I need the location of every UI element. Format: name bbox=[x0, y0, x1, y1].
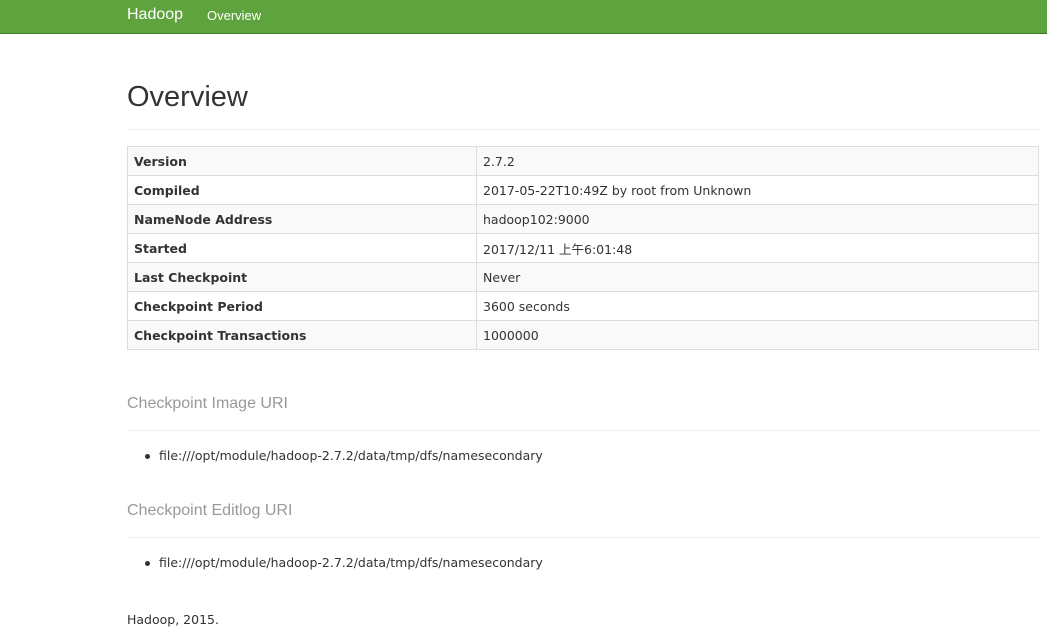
section-divider bbox=[127, 537, 1039, 538]
table-row: Version 2.7.2 bbox=[127, 146, 1039, 176]
checkpoint-editlog-list: file:///opt/module/hadoop-2.7.2/data/tmp… bbox=[145, 555, 543, 571]
brand-logo[interactable]: Hadoop bbox=[127, 6, 183, 24]
row-value: 2017/12/11 上午6:01:48 bbox=[476, 233, 1039, 263]
top-navbar: Hadoop Overview bbox=[0, 0, 1047, 34]
row-label: Last Checkpoint bbox=[127, 262, 477, 292]
table-row: NameNode Address hadoop102:9000 bbox=[127, 204, 1039, 234]
row-value: 2017-05-22T10:49Z by root from Unknown bbox=[476, 175, 1039, 205]
row-label: Version bbox=[127, 146, 477, 176]
row-label: Checkpoint Transactions bbox=[127, 320, 477, 350]
page-title: Overview bbox=[127, 81, 248, 113]
list-item: file:///opt/module/hadoop-2.7.2/data/tmp… bbox=[145, 448, 543, 464]
title-divider bbox=[127, 129, 1039, 130]
section-divider bbox=[127, 430, 1039, 431]
row-label: Checkpoint Period bbox=[127, 291, 477, 321]
checkpoint-editlog-title: Checkpoint Editlog URI bbox=[127, 502, 293, 519]
table-row: Started 2017/12/11 上午6:01:48 bbox=[127, 233, 1039, 263]
row-value: 3600 seconds bbox=[476, 291, 1039, 321]
footer-text: Hadoop, 2015. bbox=[127, 612, 219, 627]
table-row: Last Checkpoint Never bbox=[127, 262, 1039, 292]
checkpoint-image-list: file:///opt/module/hadoop-2.7.2/data/tmp… bbox=[145, 448, 543, 464]
list-item: file:///opt/module/hadoop-2.7.2/data/tmp… bbox=[145, 555, 543, 571]
row-label: Compiled bbox=[127, 175, 477, 205]
nav-link-overview[interactable]: Overview bbox=[207, 8, 261, 23]
row-label: Started bbox=[127, 233, 477, 263]
row-value: hadoop102:9000 bbox=[476, 204, 1039, 234]
checkpoint-image-title: Checkpoint Image URI bbox=[127, 395, 288, 412]
table-row: Compiled 2017-05-22T10:49Z by root from … bbox=[127, 175, 1039, 205]
overview-table: Version 2.7.2 Compiled 2017-05-22T10:49Z… bbox=[127, 146, 1039, 350]
row-value: 2.7.2 bbox=[476, 146, 1039, 176]
table-row: Checkpoint Period 3600 seconds bbox=[127, 291, 1039, 321]
row-value: 1000000 bbox=[476, 320, 1039, 350]
row-label: NameNode Address bbox=[127, 204, 477, 234]
table-row: Checkpoint Transactions 1000000 bbox=[127, 320, 1039, 350]
row-value: Never bbox=[476, 262, 1039, 292]
